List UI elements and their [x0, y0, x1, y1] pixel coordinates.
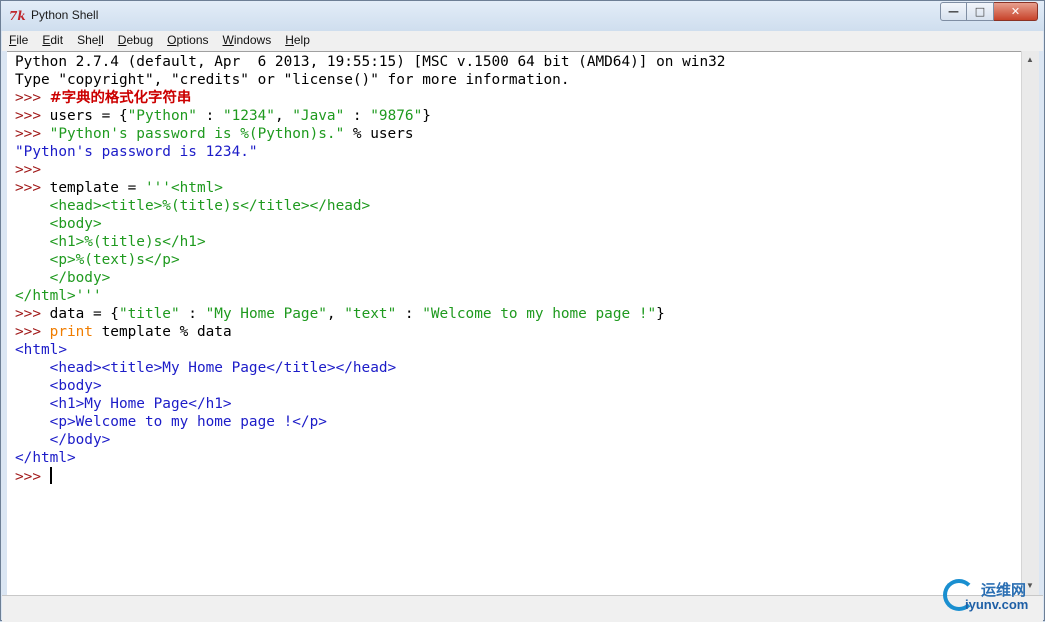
banner-line: Type "copyright", "credits" or "license(… — [15, 72, 570, 88]
input-line: >>> template = '''<html> — [15, 180, 223, 196]
window-controls: — □ ✕ — [940, 2, 1038, 21]
output-line: </body> — [15, 432, 111, 448]
input-line: >>> #字典的格式化字符串 — [15, 89, 725, 107]
close-icon: ✕ — [1010, 5, 1021, 18]
text-cursor — [49, 467, 52, 484]
menu-windows[interactable]: Windows — [216, 31, 279, 51]
minimize-icon: — — [948, 5, 959, 18]
menu-file[interactable]: File — [2, 31, 35, 51]
maximize-icon: □ — [974, 5, 986, 18]
output-line: </html> — [15, 450, 76, 466]
banner-line: Python 2.7.4 (default, Apr 6 2013, 19:55… — [15, 54, 726, 70]
output-line: <body> — [15, 378, 102, 394]
menu-edit[interactable]: Edit — [35, 31, 70, 51]
comment: #字典的格式化字符串 — [49, 90, 192, 106]
watermark: 运维网 iyunv.com — [941, 575, 1041, 619]
input-line: </body> — [15, 270, 111, 286]
vertical-scrollbar[interactable]: ▲ ▼ — [1021, 51, 1039, 595]
input-line: >>> users = {"Python" : "1234", "Java" :… — [15, 108, 431, 124]
menu-debug[interactable]: Debug — [111, 31, 160, 51]
prompt: >>> — [15, 162, 41, 178]
input-line: </html>''' — [15, 288, 102, 304]
prompt: >>> — [15, 108, 50, 124]
minimize-button[interactable]: — — [940, 2, 967, 21]
input-line: <head><title>%(title)s</title></head> — [15, 198, 371, 214]
input-line: <p>%(text)s</p> — [15, 252, 180, 268]
menu-options[interactable]: Options — [160, 31, 215, 51]
maximize-button[interactable]: □ — [967, 2, 994, 21]
watermark-url: iyunv.com — [965, 597, 1029, 612]
output-line: <html> — [15, 342, 67, 358]
close-button[interactable]: ✕ — [994, 2, 1038, 21]
input-line: >>> "Python's password is %(Python)s." %… — [15, 126, 414, 142]
output-line: <h1>My Home Page</h1> — [15, 396, 232, 412]
shell-output: Python 2.7.4 (default, Apr 6 2013, 19:55… — [15, 53, 725, 485]
current-input-line[interactable]: >>> — [15, 467, 725, 485]
shell-text-area[interactable]: Python 2.7.4 (default, Apr 6 2013, 19:55… — [7, 51, 1021, 596]
title-bar: 7k Python Shell — □ ✕ — [1, 1, 1044, 31]
prompt: >>> — [15, 324, 50, 340]
window-title: Python Shell — [31, 8, 99, 22]
input-line: >>> data = {"title" : "My Home Page", "t… — [15, 306, 665, 322]
idle-app-icon: 7k — [9, 9, 26, 23]
scroll-up-icon[interactable]: ▲ — [1024, 53, 1036, 67]
prompt: >>> — [15, 180, 50, 196]
status-bar — [2, 595, 1043, 622]
prompt: >>> — [15, 306, 50, 322]
output-line: <head><title>My Home Page</title></head> — [15, 360, 397, 376]
menu-shell[interactable]: Shell — [70, 31, 111, 51]
output-line: "Python's password is 1234." — [15, 144, 258, 160]
prompt: >>> — [15, 126, 50, 142]
menu-help[interactable]: Help — [278, 31, 317, 51]
prompt: >>> — [15, 90, 50, 106]
input-line: <body> — [15, 216, 102, 232]
prompt: >>> — [15, 469, 50, 485]
output-line: <p>Welcome to my home page !</p> — [15, 414, 327, 430]
input-line: <h1>%(title)s</h1> — [15, 234, 206, 250]
input-line: >>> print template % data — [15, 324, 232, 340]
menu-bar: File Edit Shell Debug Options Windows He… — [2, 31, 1043, 51]
python-shell-window: 7k Python Shell — □ ✕ File Edit Shell De… — [0, 0, 1045, 622]
